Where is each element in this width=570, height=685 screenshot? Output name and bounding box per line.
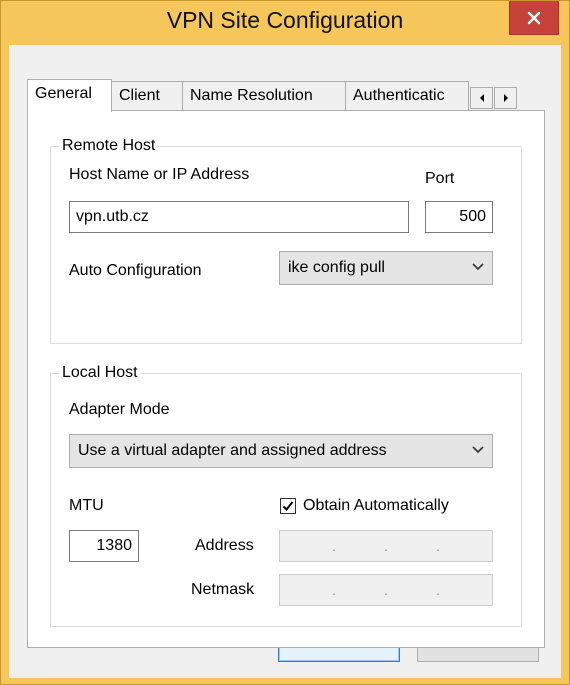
close-button[interactable] — [509, 1, 559, 35]
tab-general-label: General — [35, 85, 92, 102]
title-bar[interactable]: VPN Site Configuration — [1, 1, 569, 45]
adapter-mode-value: Use a virtual adapter and assigned addre… — [78, 442, 387, 459]
adapter-mode-label: Adapter Mode — [69, 401, 170, 418]
netmask-label: Netmask — [191, 581, 255, 598]
close-icon — [527, 11, 541, 24]
tab-authentication[interactable]: Authenticatic — [345, 81, 469, 111]
host-name-label: Host Name or IP Address — [69, 166, 250, 183]
tab-authentication-label: Authenticatic — [353, 87, 445, 104]
chevron-down-icon — [472, 263, 484, 271]
host-name-input[interactable]: vpn.utb.cz — [69, 201, 409, 233]
remote-host-legend: Remote Host — [59, 136, 159, 156]
address-ip-field: ... — [279, 530, 493, 562]
auto-config-label: Auto Configuration — [69, 262, 202, 279]
obtain-automatically-checkbox[interactable] — [280, 498, 296, 514]
port-input[interactable]: 500 — [425, 201, 493, 233]
address-label: Address — [195, 537, 254, 554]
checkmark-icon — [282, 501, 294, 511]
dialog-window: VPN Site Configuration General Client Na… — [0, 0, 570, 685]
tab-name-resolution-label: Name Resolution — [190, 87, 313, 104]
tab-client[interactable]: Client — [111, 81, 183, 111]
tab-scroll-right-button[interactable] — [494, 87, 517, 109]
obtain-automatically-label[interactable]: Obtain Automatically — [303, 496, 449, 516]
tab-client-label: Client — [119, 87, 160, 104]
adapter-mode-select[interactable]: Use a virtual adapter and assigned addre… — [69, 434, 493, 468]
remote-host-group: Remote Host Host Name or IP Address Port… — [50, 136, 522, 344]
auto-config-value: ike config pull — [288, 259, 385, 276]
mtu-input[interactable]: 1380 — [69, 530, 139, 562]
auto-config-select[interactable]: ike config pull — [279, 251, 493, 285]
dialog-client-area: General Client Name Resolution Authentic… — [9, 45, 561, 678]
local-host-group: Local Host Adapter Mode Use a virtual ad… — [50, 363, 522, 627]
triangle-right-icon — [503, 94, 508, 102]
netmask-ip-field: ... — [279, 574, 493, 606]
mtu-label: MTU — [69, 497, 104, 514]
port-label: Port — [425, 170, 455, 187]
tab-general[interactable]: General — [27, 79, 112, 112]
tab-name-resolution[interactable]: Name Resolution — [182, 81, 346, 111]
window-title: VPN Site Configuration — [166, 7, 404, 33]
triangle-left-icon — [479, 94, 484, 102]
chevron-down-icon — [472, 446, 484, 454]
tab-scroll-left-button[interactable] — [470, 87, 493, 109]
tab-panel-general: Remote Host Host Name or IP Address Port… — [27, 110, 545, 648]
local-host-legend: Local Host — [59, 363, 141, 383]
